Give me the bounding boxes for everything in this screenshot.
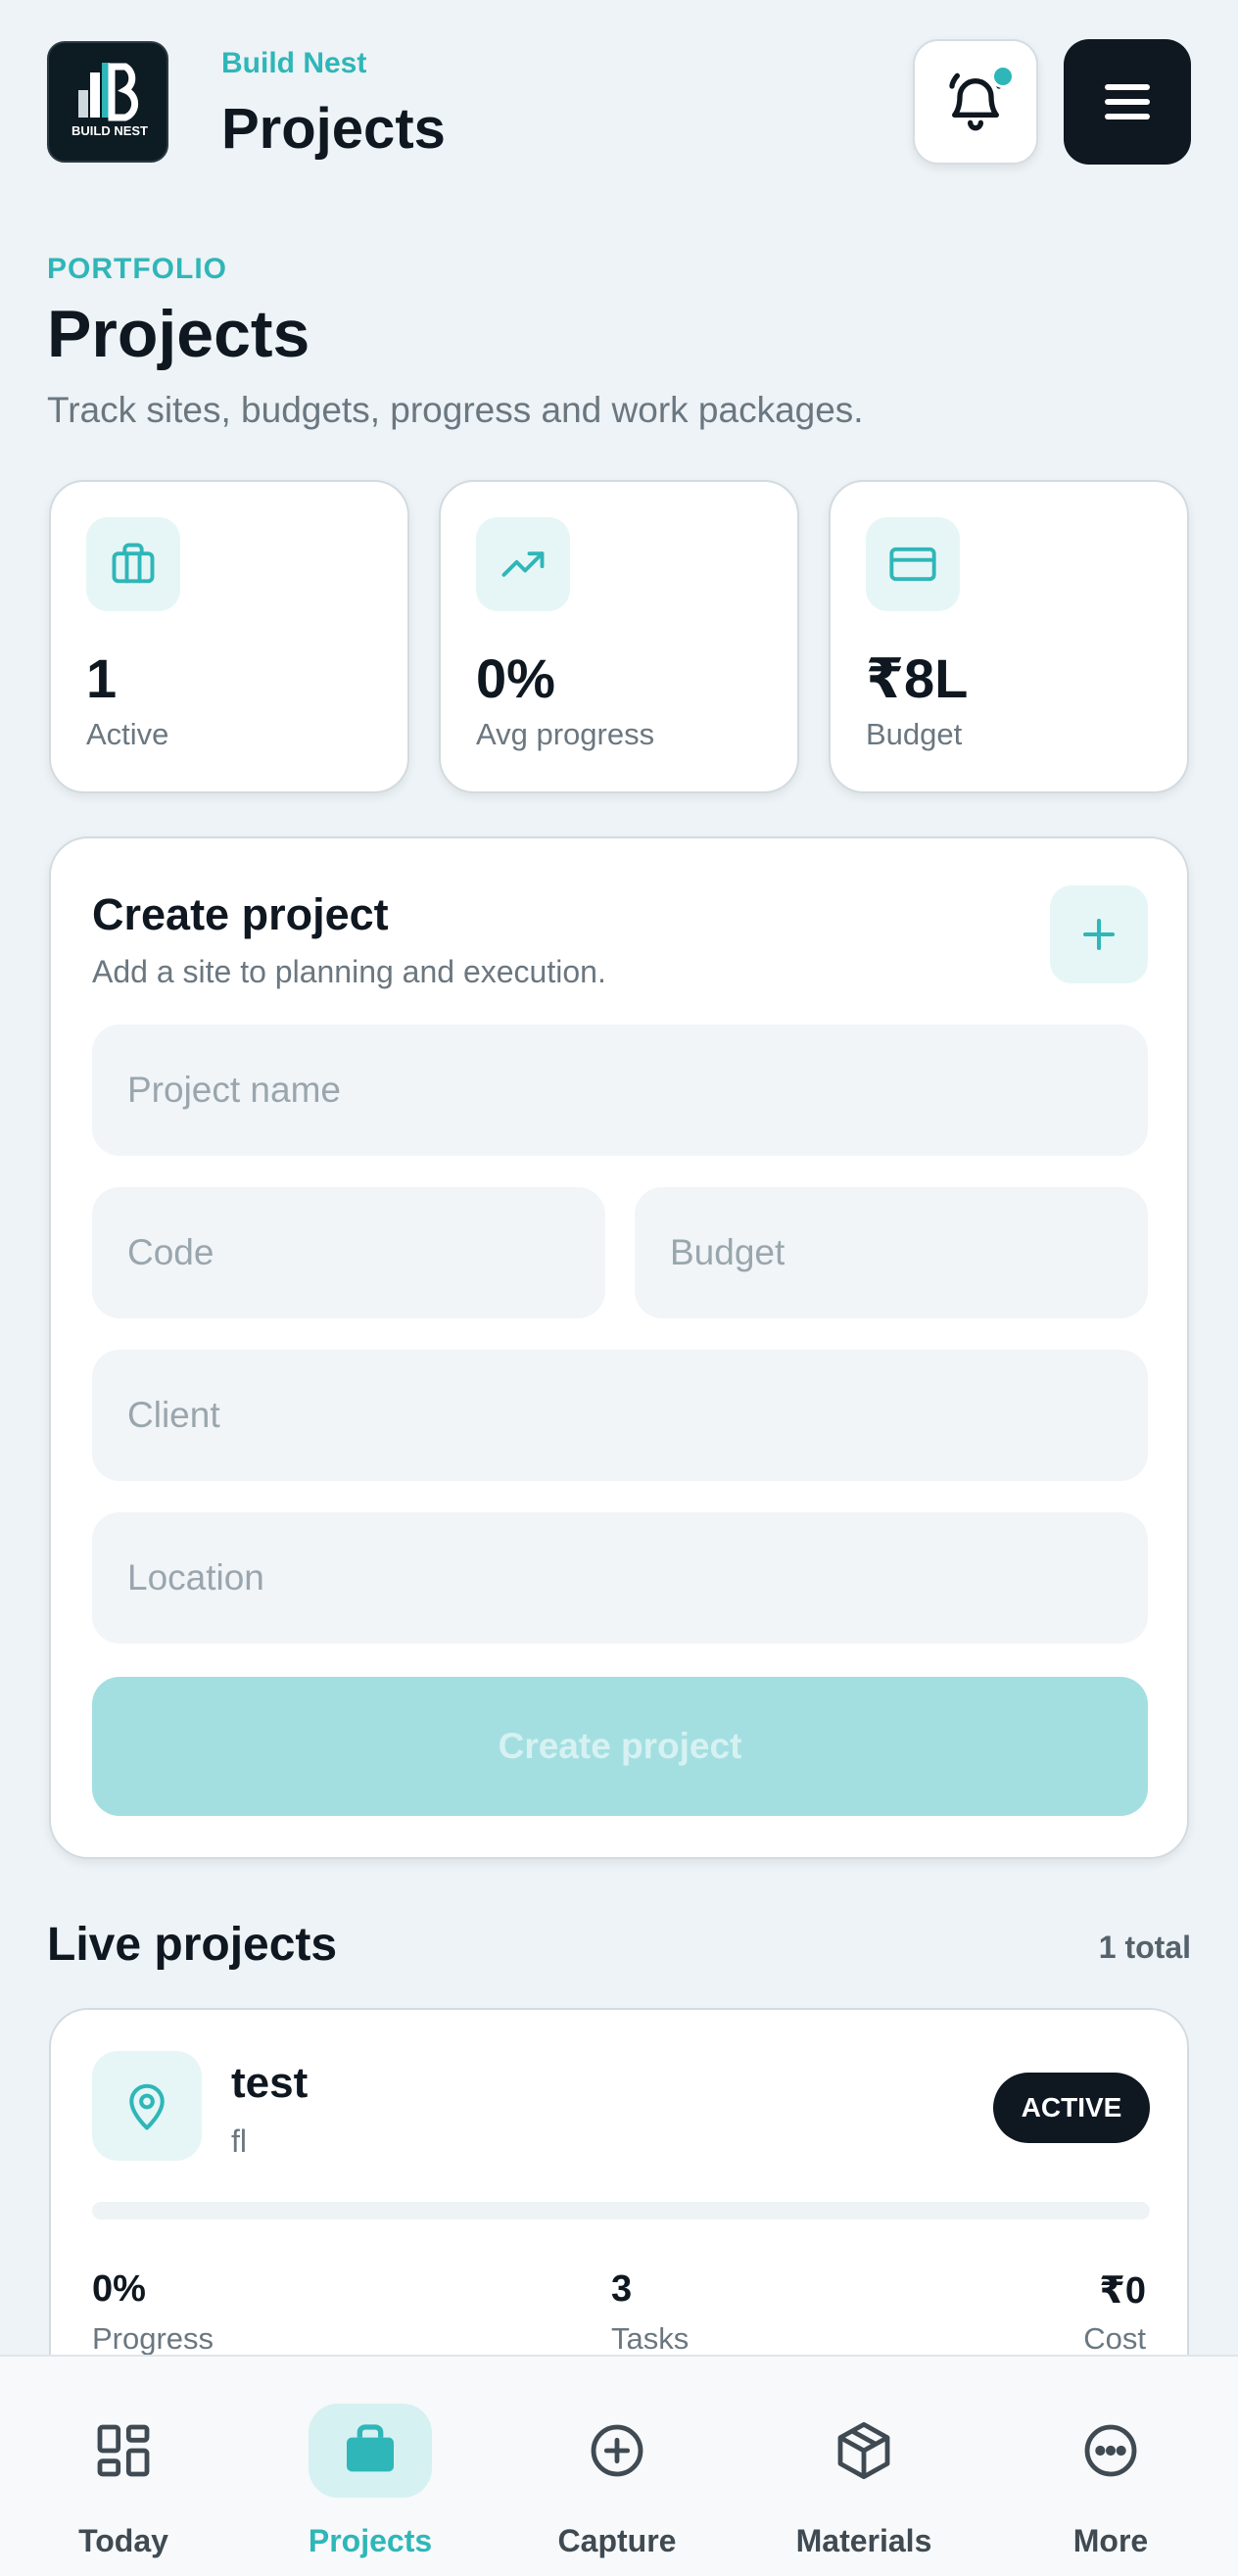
- create-card-title: Create project: [92, 889, 389, 939]
- metric-tasks-label: Tasks: [611, 2321, 690, 2356]
- more-icon: [1049, 2404, 1172, 2498]
- project-code: fl: [231, 2123, 247, 2159]
- live-projects-count: 1 total: [1098, 1930, 1191, 1965]
- building-logo-icon: [78, 63, 139, 121]
- nav-item-capture[interactable]: Capture: [494, 2357, 740, 2576]
- nav-item-materials[interactable]: Materials: [740, 2357, 987, 2576]
- section-eyebrow: PORTFOLIO: [47, 253, 227, 285]
- notifications-button[interactable]: [913, 39, 1038, 165]
- project-name-input[interactable]: [92, 1025, 1148, 1156]
- stat-card-active: 1 Active: [49, 480, 409, 793]
- nav-label: Projects: [308, 2523, 433, 2558]
- stat-card-progress: 0% Avg progress: [439, 480, 799, 793]
- credit-card-icon: [866, 517, 960, 611]
- plus-circle-icon: [555, 2404, 679, 2498]
- bottom-nav: Today Projects Capture Materials More: [0, 2355, 1238, 2576]
- stat-card-budget: ₹8L Budget: [829, 480, 1189, 793]
- create-card-subtitle: Add a site to planning and execution.: [92, 954, 606, 989]
- nav-label: Materials: [795, 2523, 932, 2558]
- create-project-card: Create project Add a site to planning an…: [49, 836, 1189, 1859]
- briefcase-icon: [86, 517, 180, 611]
- metric-progress-label: Progress: [92, 2321, 214, 2356]
- nav-label: Today: [78, 2523, 168, 2558]
- dashboard-icon: [62, 2404, 185, 2498]
- nav-label: Capture: [557, 2523, 677, 2558]
- package-icon: [802, 2404, 926, 2498]
- map-pin-icon: [92, 2051, 202, 2161]
- logo-text: BUILD NEST: [71, 123, 148, 138]
- project-progress-bar: [92, 2202, 1150, 2219]
- status-badge: ACTIVE: [993, 2073, 1150, 2143]
- stat-value: 0%: [476, 647, 555, 709]
- notification-dot: [991, 65, 1015, 88]
- trending-up-icon: [476, 517, 570, 611]
- add-project-button[interactable]: [1050, 885, 1148, 983]
- project-name: test: [231, 2059, 309, 2107]
- metric-tasks-value: 3: [611, 2268, 633, 2310]
- stat-value: 1: [86, 647, 118, 709]
- header-title: Projects: [221, 97, 446, 161]
- nav-item-today[interactable]: Today: [0, 2357, 247, 2576]
- project-location-input[interactable]: [92, 1512, 1148, 1644]
- live-projects-title: Live projects: [47, 1919, 338, 1971]
- project-code-input[interactable]: [92, 1187, 605, 1318]
- plus-icon: [1083, 919, 1115, 950]
- metric-progress-value: 0%: [92, 2268, 146, 2310]
- app-logo: BUILD NEST: [47, 41, 168, 163]
- create-project-button[interactable]: Create project: [92, 1677, 1148, 1816]
- stat-label: Active: [86, 717, 169, 751]
- stat-value: ₹8L: [866, 647, 969, 709]
- stat-label: Avg progress: [476, 717, 655, 751]
- page-subtitle: Track sites, budgets, progress and work …: [47, 390, 864, 430]
- stat-label: Budget: [866, 717, 963, 751]
- metric-cost-value: ₹0: [1099, 2270, 1146, 2312]
- project-client-input[interactable]: [92, 1350, 1148, 1481]
- nav-item-more[interactable]: More: [987, 2357, 1234, 2576]
- nav-label: More: [1072, 2523, 1149, 2558]
- hamburger-icon: [1105, 84, 1150, 119]
- metric-cost-label: Cost: [1083, 2321, 1146, 2356]
- page-title: Projects: [47, 297, 310, 371]
- menu-button[interactable]: [1064, 39, 1191, 165]
- project-budget-input[interactable]: [635, 1187, 1148, 1318]
- nav-item-projects[interactable]: Projects: [247, 2357, 494, 2576]
- brand-name: Build Nest: [221, 47, 367, 79]
- briefcase-icon: [309, 2404, 432, 2498]
